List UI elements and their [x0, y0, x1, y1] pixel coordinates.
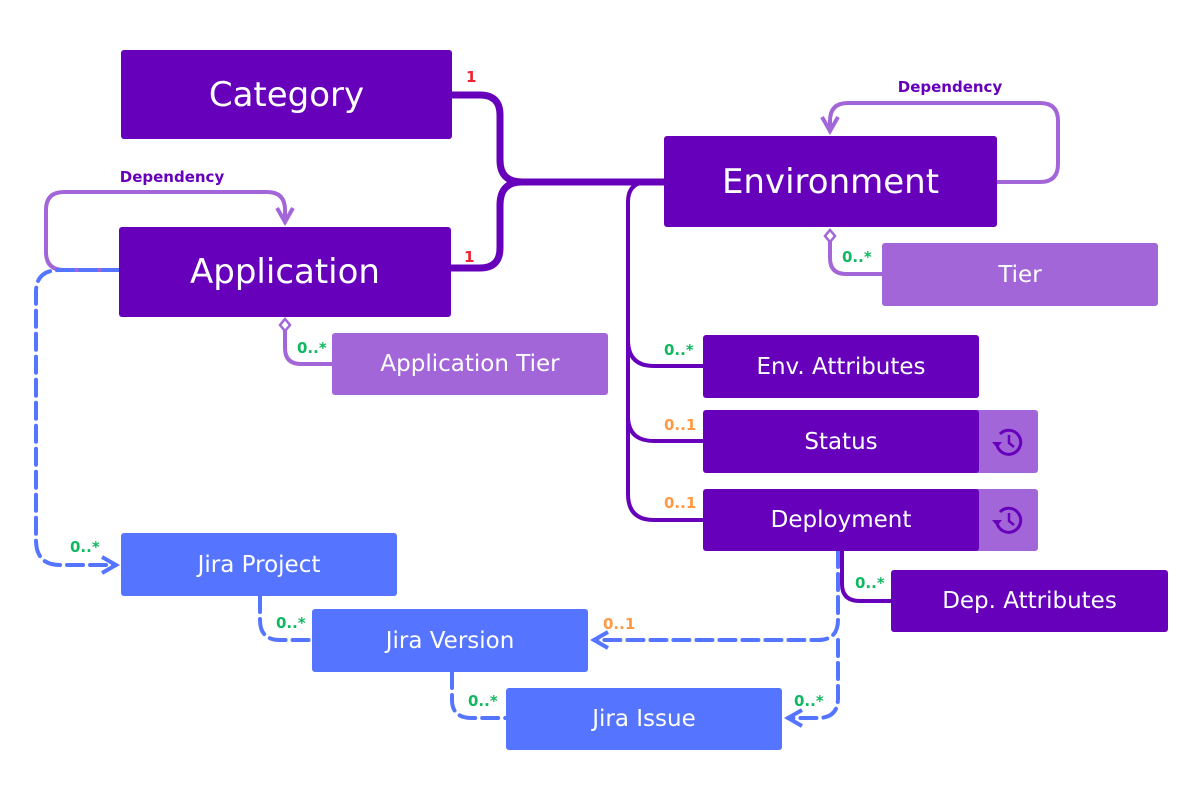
- app-tier-diamond: [278, 317, 292, 333]
- application-environment-link: [447, 178, 526, 272]
- multiplicity-label: 0..*: [276, 614, 306, 632]
- multiplicity-label: 0..*: [70, 538, 100, 556]
- entity-jira-version: Jira Version: [312, 609, 588, 672]
- deployment-history: [976, 489, 1038, 551]
- multiplicity-label: 1: [464, 248, 474, 266]
- entity-jira-project: Jira Project: [121, 533, 397, 596]
- multiplicity-label: 0..*: [297, 339, 327, 357]
- entity-application-tier: Application Tier: [332, 333, 608, 395]
- entity-label: Category: [208, 74, 365, 115]
- entity-label: Jira Project: [197, 551, 321, 578]
- entity-label: Status: [804, 428, 878, 455]
- entity-label: Jira Version: [385, 627, 515, 654]
- entity-env-attributes: Env. Attributes: [703, 335, 979, 398]
- category-environment-link: [448, 91, 668, 186]
- dependency-label: Dependency: [898, 78, 1003, 96]
- entity-environment: Environment: [664, 136, 997, 227]
- history-clock-icon: [992, 506, 1023, 534]
- entity-label: Env. Attributes: [756, 353, 926, 380]
- entity-jira-issue: Jira Issue: [506, 688, 782, 750]
- entity-label: Tier: [998, 261, 1042, 288]
- multiplicity-label: 0..*: [468, 692, 498, 710]
- dependency-label: Dependency: [120, 168, 225, 186]
- entity-label: Application: [190, 252, 380, 292]
- application-jira-project-link: [34, 268, 121, 575]
- entity-label: Dep. Attributes: [942, 588, 1117, 614]
- multiplicity-label: 0..*: [842, 248, 872, 266]
- entity-dep-attributes: Dep. Attributes: [891, 570, 1168, 632]
- entity-status: Status: [703, 410, 979, 473]
- tier-diamond: [823, 228, 837, 244]
- multiplicity-label: 0..*: [794, 692, 824, 710]
- entity-label: Deployment: [770, 507, 912, 533]
- status-history: [976, 410, 1038, 473]
- entity-label: Jira Issue: [592, 706, 696, 732]
- entity-label: Application Tier: [380, 351, 560, 377]
- history-clock-icon: [992, 428, 1023, 456]
- entity-deployment: Deployment: [703, 489, 979, 551]
- multiplicity-label: 0..1: [664, 494, 696, 512]
- multiplicity-label: 0..*: [664, 341, 694, 359]
- multiplicity-label: 0..1: [664, 416, 696, 434]
- multiplicity-label: 0..1: [603, 615, 635, 633]
- multiplicity-label: 1: [466, 68, 476, 86]
- entity-tier: Tier: [882, 243, 1158, 306]
- entity-category: Category: [121, 50, 452, 139]
- multiplicity-label: 0..*: [855, 574, 885, 592]
- entity-label: Environment: [721, 161, 940, 202]
- entity-application: Application: [119, 227, 451, 317]
